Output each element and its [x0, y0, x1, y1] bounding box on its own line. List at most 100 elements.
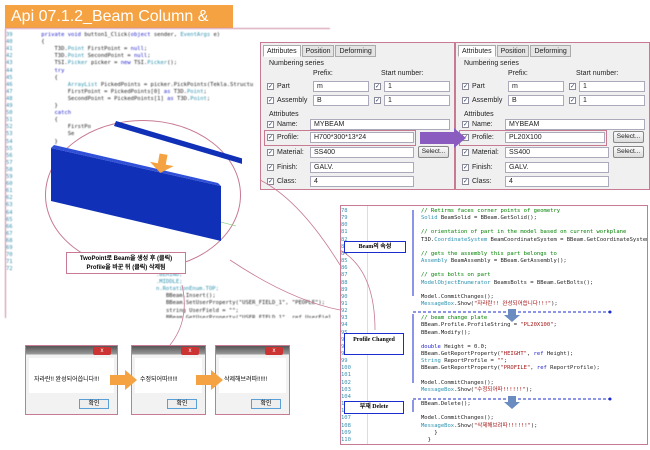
- code-line: 85 Assembly BeamAssembly = BBeam.GetAssem…: [341, 258, 567, 265]
- line-number: 53: [6, 131, 13, 138]
- code-token: MessageBox: [421, 386, 455, 393]
- material-field[interactable]: SS400: [310, 147, 414, 158]
- class-checkbox[interactable]: ✓: [267, 178, 274, 185]
- part-start-field[interactable]: 1: [579, 81, 645, 92]
- line-number: 43: [6, 60, 13, 67]
- tab-attributes[interactable]: Attributes: [263, 45, 301, 57]
- finish-checkbox[interactable]: ✓: [267, 164, 274, 171]
- line-number: 108: [341, 422, 351, 429]
- finish-field[interactable]: GALV.: [505, 162, 609, 173]
- part-field[interactable]: m: [508, 81, 564, 92]
- line-number: 81: [341, 229, 348, 236]
- code-line: .MIDDLE;: [156, 279, 183, 286]
- line-number: 103: [341, 386, 351, 393]
- code-token: TSI.: [54, 60, 68, 67]
- code-token: ,: [526, 351, 534, 357]
- name-checkbox[interactable]: ✓: [267, 121, 274, 128]
- part-field[interactable]: m: [313, 81, 369, 92]
- close-button[interactable]: x: [93, 347, 111, 355]
- code-token: // Retirms faces corner points of geomet…: [421, 208, 561, 214]
- assembly-checkbox[interactable]: ✓: [267, 97, 274, 104]
- code-token: Height);: [546, 351, 574, 357]
- line-number: 41: [6, 46, 13, 53]
- message-box-dialog: x 자라란!! 완성되어씁니다!!! 확인: [25, 345, 118, 415]
- caption-line: Profile을 바꾼 뒤 (클릭) 삭제됨: [86, 265, 166, 271]
- line-number: 70: [6, 252, 13, 259]
- code-token: ReportProfile =: [444, 358, 498, 365]
- name-checkbox[interactable]: ✓: [462, 121, 469, 128]
- part-start-checkbox[interactable]: ✓: [569, 83, 576, 90]
- line-number: 69: [6, 245, 13, 251]
- code-line: 39 private void button1_Click(object sen…: [6, 32, 220, 39]
- tab-deforming[interactable]: Deforming: [530, 45, 571, 57]
- start-number-label: Start number:: [576, 70, 619, 77]
- profile-select-button[interactable]: Select...: [613, 131, 644, 143]
- code-token: Picker: [67, 60, 91, 67]
- code-token: // gets bolts on part: [421, 272, 491, 279]
- code-line: 80: [341, 222, 421, 229]
- code-line: 107 Model.CommitChanges();: [341, 415, 494, 422]
- assembly-checkbox[interactable]: ✓: [462, 97, 469, 104]
- tab-deforming[interactable]: Deforming: [335, 45, 376, 57]
- line-number: 64: [6, 209, 13, 216]
- code-token: );: [551, 300, 558, 307]
- code-token: ref: [536, 365, 551, 372]
- part-start-field[interactable]: 1: [384, 81, 450, 92]
- assembly-field[interactable]: B: [313, 95, 369, 106]
- class-field[interactable]: 4: [310, 176, 414, 187]
- code-token: );: [530, 422, 538, 429]
- material-checkbox[interactable]: ✓: [462, 149, 469, 156]
- ok-button[interactable]: 확인: [167, 399, 197, 409]
- callout-profile-changed: Profile Changed: [344, 333, 404, 355]
- line-number: 42: [6, 53, 13, 60]
- line-number: 79: [341, 215, 348, 222]
- class-checkbox[interactable]: ✓: [462, 178, 469, 185]
- line-number: 60: [6, 181, 13, 188]
- code-token: BBeam.GetReportProperty(: [421, 351, 501, 357]
- line-number: 61: [6, 188, 13, 195]
- code-line: 91 MessageBox.Show("자라란!! 완성되어씁니다!!!");: [341, 301, 558, 308]
- assembly-start-field[interactable]: 1: [579, 95, 645, 106]
- close-button[interactable]: x: [181, 347, 199, 355]
- assembly-start-field[interactable]: 1: [384, 95, 450, 106]
- material-checkbox[interactable]: ✓: [267, 149, 274, 156]
- profile-checkbox[interactable]: ✓: [267, 134, 274, 141]
- code-token: T3D.: [421, 236, 435, 243]
- line-number: 68: [6, 237, 13, 244]
- page-title: Api 07.1.2_Beam Column & Polybeam: [5, 5, 233, 48]
- code-line: 44 try: [6, 68, 64, 75]
- profile-field[interactable]: H700*300*13*24: [310, 132, 414, 143]
- material-field[interactable]: SS400: [505, 147, 609, 158]
- code-token: Picker: [147, 60, 168, 67]
- code-token: ReportProfile);: [550, 365, 600, 372]
- part-checkbox[interactable]: ✓: [462, 83, 469, 90]
- assembly-field[interactable]: B: [508, 95, 564, 106]
- code-line: 88 ModelObjectEnumerator BeamsBolts = BBe…: [341, 280, 593, 287]
- code-line: 110 }: [341, 437, 431, 444]
- line-number: 85: [341, 258, 348, 265]
- class-field[interactable]: 4: [505, 176, 609, 187]
- code-line: 81 // orientation of part in the model ba…: [341, 229, 626, 236]
- code-token: BBeam.GetReportProperty(: [421, 365, 501, 372]
- assembly-start-checkbox[interactable]: ✓: [569, 97, 576, 104]
- ok-button[interactable]: 확인: [251, 399, 281, 409]
- name-label: Name:: [472, 121, 493, 128]
- start-number-label: Start number:: [381, 70, 424, 77]
- tab-position[interactable]: Position: [301, 45, 335, 57]
- finish-checkbox[interactable]: ✓: [462, 164, 469, 171]
- assembly-start-checkbox[interactable]: ✓: [374, 97, 381, 104]
- code-token: SecondPoint =: [87, 53, 134, 60]
- ok-button[interactable]: 확인: [79, 399, 109, 409]
- part-checkbox[interactable]: ✓: [267, 83, 274, 90]
- close-button[interactable]: x: [265, 347, 283, 355]
- line-number: 45: [6, 74, 13, 81]
- part-start-checkbox[interactable]: ✓: [374, 83, 381, 90]
- tab-position[interactable]: Position: [496, 45, 530, 57]
- h-beam: [51, 148, 221, 241]
- material-select-button[interactable]: Select...: [613, 146, 644, 158]
- finish-field[interactable]: GALV.: [310, 162, 414, 173]
- profile-field[interactable]: PL20X100: [505, 132, 605, 143]
- name-field[interactable]: MYBEAM: [505, 119, 645, 130]
- line-number: 49: [6, 103, 13, 109]
- tab-attributes[interactable]: Attributes: [458, 45, 496, 57]
